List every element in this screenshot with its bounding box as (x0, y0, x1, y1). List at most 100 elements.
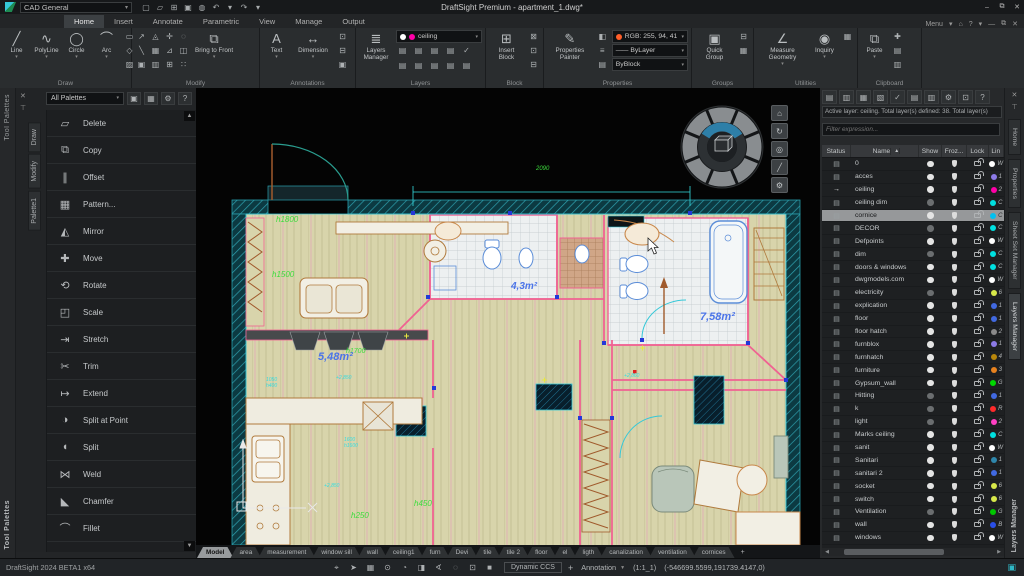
layer-freeze-toggle[interactable] (942, 212, 967, 219)
tool-palette-item[interactable]: ⇥ Stretch (47, 326, 196, 353)
view-tool-button[interactable]: ◎ (771, 141, 788, 157)
layer-lock-toggle[interactable] (967, 535, 988, 540)
drawing-canvas[interactable]: 2090h1800h1500h1700h250h4505,48m²4,3m²7,… (196, 88, 824, 545)
layer-freeze-toggle[interactable] (942, 315, 967, 322)
modify-tool-icon[interactable]: ▥ (149, 58, 162, 71)
dock-tab[interactable]: Layers Manager (1008, 293, 1021, 360)
modify-tool-icon[interactable]: ✛ (163, 30, 176, 43)
measure-geometry-button[interactable]: ∠Measure Geometry▾ (757, 30, 808, 78)
layer-freeze-toggle[interactable] (942, 225, 967, 232)
sheet-tab[interactable]: measurement (258, 547, 315, 558)
ribbon-tab[interactable]: Insert (104, 15, 143, 28)
layer-row[interactable]: furnhatch 4 (822, 351, 1004, 364)
layer-lock-toggle[interactable] (967, 509, 988, 514)
layer-freeze-toggle[interactable] (942, 199, 967, 206)
layer-lock-toggle[interactable] (967, 161, 988, 166)
polyline-button[interactable]: ∿PolyLine▾ (33, 30, 60, 78)
tool-palettes-strip[interactable]: Tool Palettes Tool Palettes (0, 88, 16, 558)
layer-row[interactable]: electricity 6 (822, 287, 1004, 300)
dimension-button[interactable]: ↔Dimension▾ (293, 30, 333, 78)
ribbon-tab[interactable]: Parametric (193, 15, 249, 28)
close-icon[interactable]: ✕ (20, 92, 26, 100)
palette-combo[interactable]: All Palettes ▾ (46, 92, 124, 105)
layer-freeze-toggle[interactable] (942, 508, 967, 515)
layer-show-toggle[interactable] (919, 212, 942, 219)
status-toggle-icon[interactable]: ⊡ (466, 561, 479, 574)
block-tool-icon[interactable]: ⊟ (527, 58, 540, 71)
layers-manager-button[interactable]: ≣Layers Manager (359, 30, 393, 78)
layer-lock-toggle[interactable] (967, 497, 988, 502)
layer-row[interactable]: furnblox 1 (822, 338, 1004, 351)
layer-freeze-toggle[interactable] (942, 444, 967, 451)
layer-color-swatch[interactable]: G (989, 380, 1004, 386)
layer-freeze-toggle[interactable] (942, 483, 967, 490)
layers-toolbar-icon[interactable]: ▧ (873, 90, 888, 104)
layer-freeze-toggle[interactable] (942, 431, 967, 438)
scroll-up-button[interactable]: ▲ (184, 111, 195, 121)
workspace-combo[interactable]: CAD General ▾ (20, 2, 132, 13)
sheet-tab[interactable]: window sill (312, 547, 361, 558)
line-weight-combo[interactable]: ByBlock ▾ (612, 58, 688, 71)
restore-icon[interactable]: ⧉ (1001, 20, 1006, 28)
bring-to-front-button[interactable]: ⧉Bring to Front▾ (193, 30, 235, 78)
horizontal-scrollbar[interactable]: ◀ ▶ (822, 548, 1004, 556)
scroll-down-button[interactable]: ▼ (184, 541, 195, 551)
layer-color-swatch[interactable]: W (989, 535, 1004, 541)
layer-freeze-toggle[interactable] (942, 470, 967, 477)
scrollbar-thumb[interactable] (844, 549, 944, 555)
line-style-combo[interactable]: —— ByLayer ▾ (612, 44, 688, 57)
close-icon[interactable]: ✕ (1012, 20, 1018, 28)
layer-show-toggle[interactable] (919, 199, 942, 206)
layer-row[interactable]: switch 6 (822, 493, 1004, 506)
layer-lock-toggle[interactable] (967, 393, 988, 398)
layer-freeze-toggle[interactable] (942, 276, 967, 283)
scroll-left-icon[interactable]: ◀ (822, 549, 832, 555)
layer-lock-toggle[interactable] (967, 303, 988, 308)
layers-toolbar-icon[interactable]: ▥ (924, 90, 939, 104)
palette-tab[interactable]: Draw (28, 122, 41, 152)
layer-row[interactable]: 0 W (822, 158, 1004, 171)
tool-palette-item[interactable]: ◖ Split (47, 434, 196, 461)
property-mini-icon[interactable]: ▤ (596, 58, 609, 71)
tool-palette-item[interactable]: ◑ Split at Point (47, 407, 196, 434)
layer-lock-toggle[interactable] (967, 406, 988, 411)
layer-row[interactable]: Hitting 1 (822, 390, 1004, 403)
layer-color-swatch[interactable]: 6 (989, 290, 1004, 296)
arc-button[interactable]: ⌒Arc▾ (93, 30, 120, 78)
layer-lock-toggle[interactable] (967, 381, 988, 386)
layer-show-toggle[interactable] (919, 251, 942, 258)
sheet-tab[interactable]: floor (526, 547, 556, 558)
column-show[interactable]: Show (919, 145, 942, 157)
layer-freeze-toggle[interactable] (942, 251, 967, 258)
layer-color-swatch[interactable]: 1 (989, 316, 1004, 322)
layer-show-toggle[interactable] (919, 354, 942, 361)
sheet-tab[interactable]: tile 2 (498, 547, 530, 558)
quick-access-icon[interactable]: ◍ (196, 2, 208, 13)
layer-lock-toggle[interactable] (967, 522, 988, 527)
tool-palette-item[interactable]: ⋈ Weld (47, 461, 196, 488)
help-icon[interactable]: ? (969, 21, 973, 28)
group-tool-icon[interactable]: ▦ (737, 44, 750, 57)
layer-tool-icon[interactable]: ▤ (444, 44, 457, 57)
layer-row[interactable]: dwgmodels.com W (822, 274, 1004, 287)
modify-tool-icon[interactable]: ▦ (149, 44, 162, 57)
tool-palette-item[interactable]: ⧉ Copy (47, 137, 196, 164)
tool-palette-item[interactable]: ↦ Extend (47, 380, 196, 407)
layer-lock-toggle[interactable] (967, 432, 988, 437)
layer-color-swatch[interactable]: 3 (989, 367, 1004, 373)
window-control-button[interactable]: – (980, 1, 994, 13)
block-tool-icon[interactable]: ⊡ (527, 44, 540, 57)
layer-color-swatch[interactable]: W (989, 277, 1004, 283)
layer-show-toggle[interactable] (919, 186, 942, 193)
layer-lock-toggle[interactable] (967, 187, 988, 192)
layers-toolbar-icon[interactable]: ▦ (856, 90, 871, 104)
layer-lock-toggle[interactable] (967, 471, 988, 476)
layer-color-swatch[interactable]: W (989, 445, 1004, 451)
layer-freeze-toggle[interactable] (942, 534, 967, 541)
layer-lock-toggle[interactable] (967, 252, 988, 257)
status-toggle-icon[interactable]: ■ (483, 561, 496, 574)
layer-row[interactable]: ceiling dim C (822, 197, 1004, 210)
layers-toolbar-icon[interactable]: ▥ (839, 90, 854, 104)
layer-show-toggle[interactable] (919, 457, 942, 464)
palette-view-icon[interactable]: ▦ (144, 92, 158, 105)
